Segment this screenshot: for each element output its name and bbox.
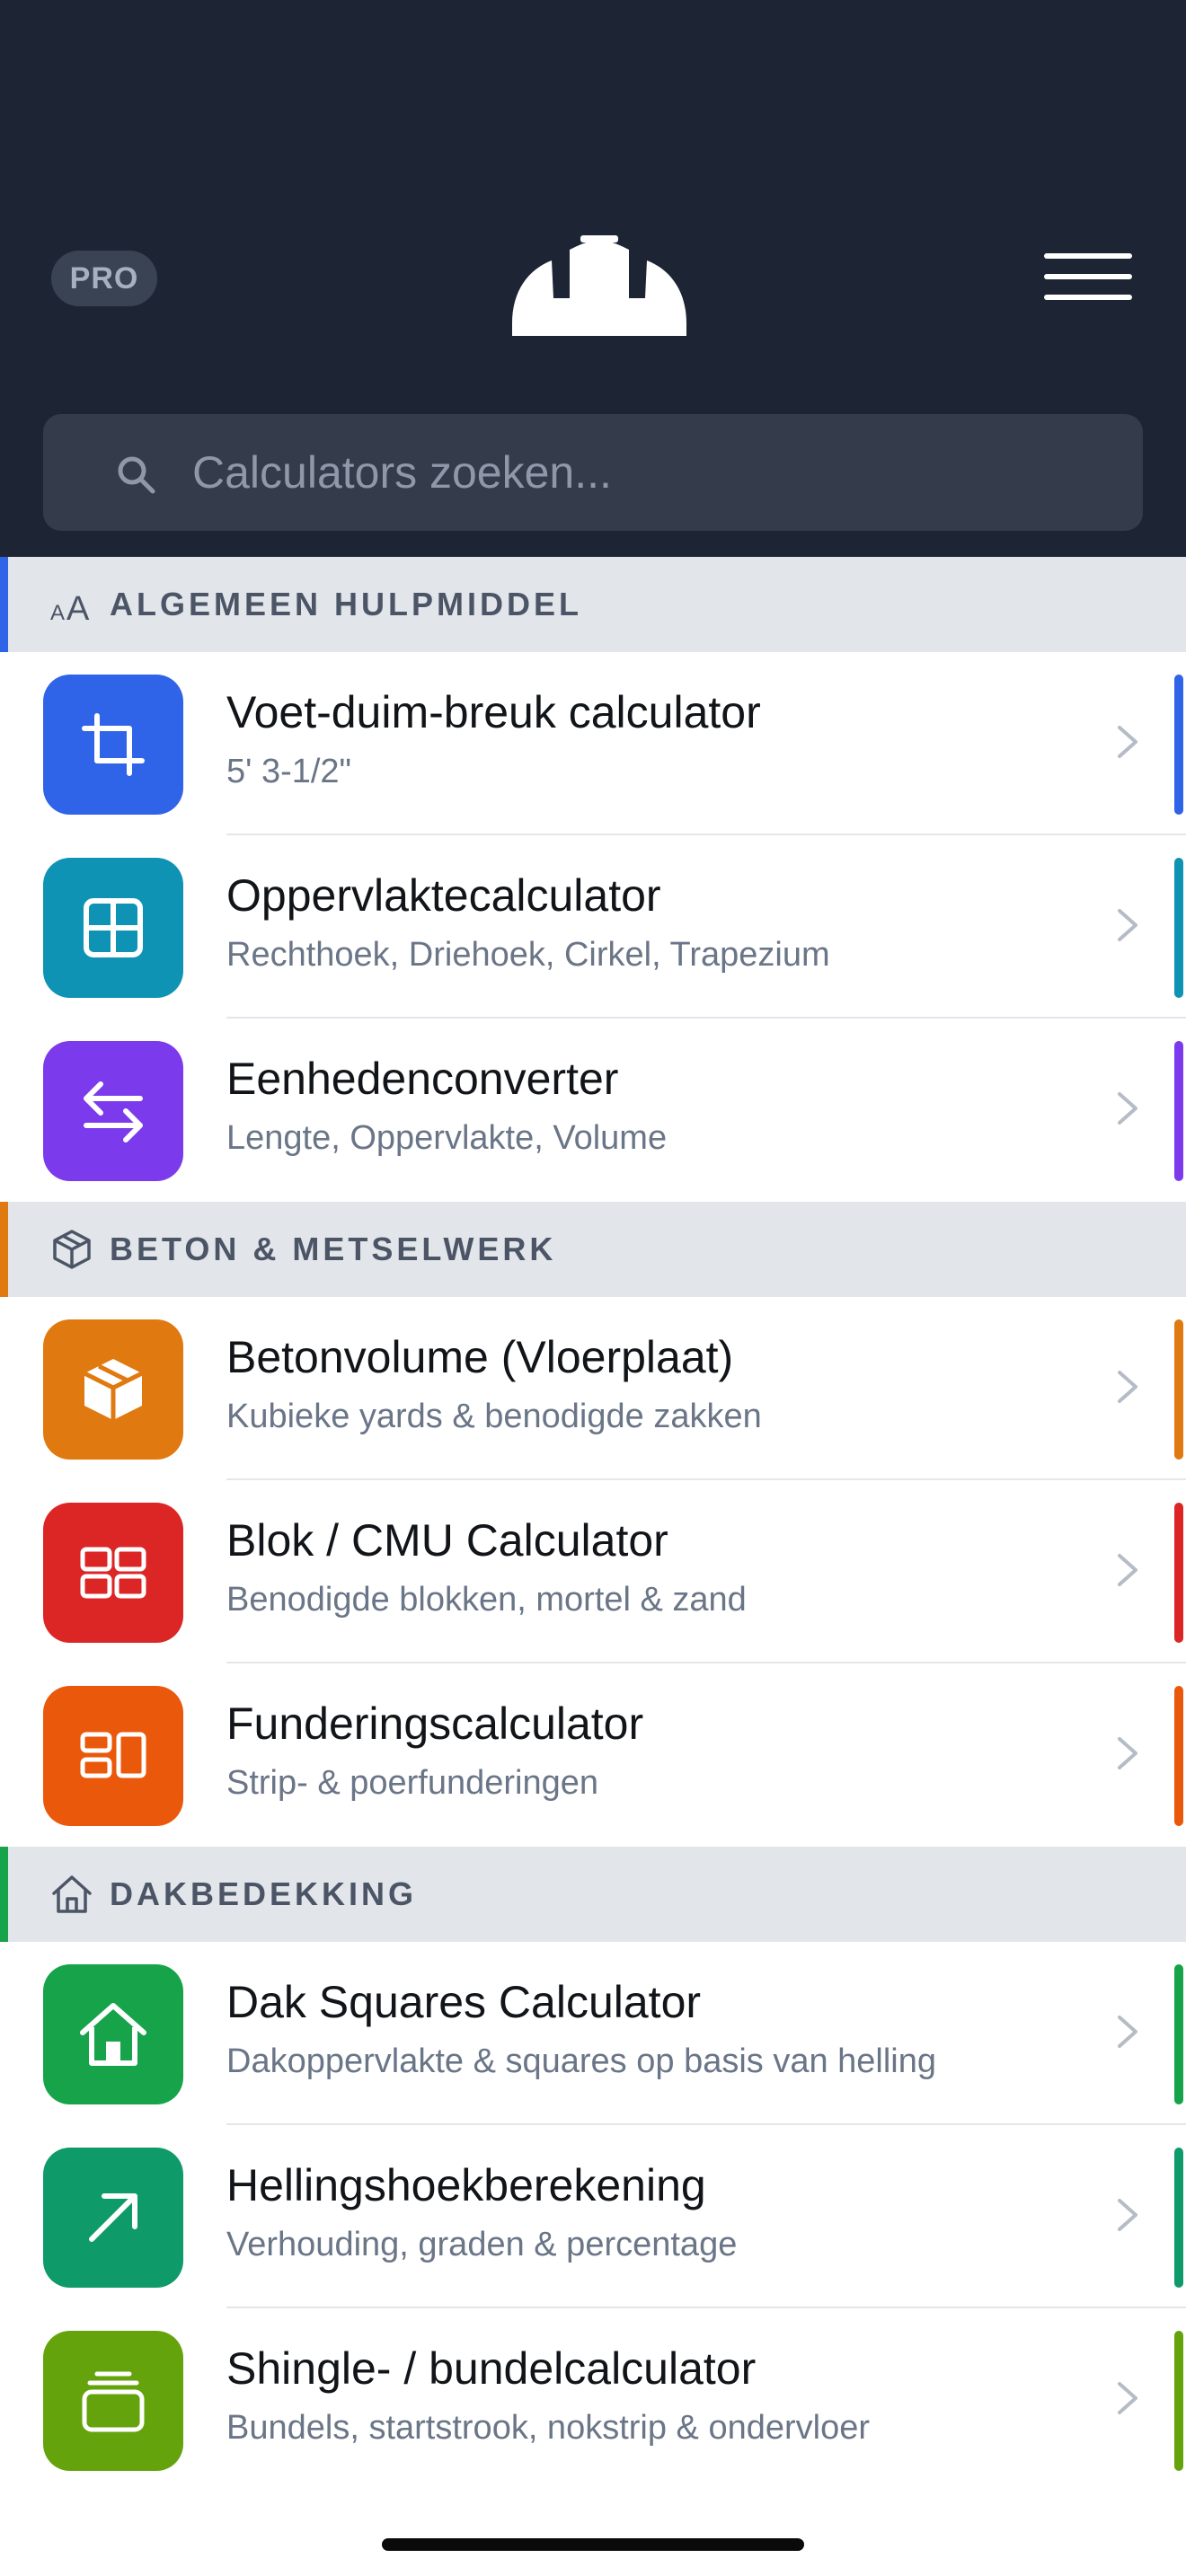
- item-title: Betonvolume (Vloerplaat): [226, 1332, 734, 1382]
- item-subtitle: Kubieke yards & benodigde zakken: [226, 1398, 762, 1435]
- item-subtitle: Verhouding, graden & percentage: [226, 2226, 738, 2263]
- item-title: Blok / CMU Calculator: [226, 1515, 668, 1566]
- house-icon: [43, 1964, 183, 2104]
- item-color-stripe: [1174, 675, 1183, 815]
- list-item-block-calculator[interactable]: Blok / CMU Calculator Benodigde blokken,…: [0, 1480, 1186, 1663]
- list-item-area-calculator[interactable]: Oppervlaktecalculator Rechthoek, Driehoe…: [0, 835, 1186, 1019]
- chevron-right-icon: [1118, 909, 1137, 941]
- svg-text:A: A: [66, 590, 90, 625]
- item-subtitle: Dakoppervlakte & squares op basis van he…: [226, 2042, 937, 2080]
- item-title: Voet-duim-breuk calculator: [226, 687, 761, 737]
- stack-icon: [43, 2331, 183, 2471]
- section-label: ALGEMEEN HULPMIDDEL: [110, 586, 582, 622]
- chevron-right-icon: [1118, 726, 1137, 758]
- box-icon: [53, 1230, 91, 1269]
- item-color-stripe: [1174, 1041, 1183, 1181]
- section-label: BETON & METSELWERK: [110, 1231, 557, 1267]
- item-color-stripe: [1174, 1503, 1183, 1643]
- list-item-unit-converter[interactable]: Eenhedenconverter Lengte, Oppervlakte, V…: [0, 1019, 1186, 1202]
- section-header-roofing: DAKBEDEKKING: [0, 1847, 1186, 1942]
- section-header-general: A A ALGEMEEN HULPMIDDEL: [0, 557, 1186, 652]
- chevron-right-icon: [1118, 2382, 1137, 2414]
- item-title: Shingle- / bundelcalculator: [226, 2343, 757, 2394]
- item-title: Oppervlaktecalculator: [226, 870, 661, 921]
- list-item-roof-squares[interactable]: Dak Squares Calculator Dakoppervlakte & …: [0, 1942, 1186, 2125]
- swap-arrows-icon: [43, 1041, 183, 1181]
- text-size-icon: A A: [50, 590, 90, 625]
- chevron-right-icon: [1118, 2199, 1137, 2231]
- section-header-concrete: BETON & METSELWERK: [0, 1202, 1186, 1297]
- chevron-right-icon: [1118, 1737, 1137, 1769]
- box-icon: [43, 1319, 183, 1460]
- chevron-right-icon: [1118, 2016, 1137, 2048]
- item-subtitle: Strip- & poerfunderingen: [226, 1764, 599, 1802]
- section-accent: [0, 1847, 8, 1942]
- item-subtitle: Lengte, Oppervlakte, Volume: [226, 1119, 668, 1157]
- item-subtitle: Benodigde blokken, mortel & zand: [226, 1581, 747, 1619]
- list-item-feet-inch-calculator[interactable]: Voet-duim-breuk calculator 5' 3-1/2": [0, 652, 1186, 835]
- item-color-stripe: [1174, 1319, 1183, 1460]
- chevron-right-icon: [1118, 1371, 1137, 1403]
- list-item-shingle-calculator[interactable]: Shingle- / bundelcalculator Bundels, sta…: [0, 2308, 1186, 2492]
- item-title: Hellingshoekberekening: [226, 2160, 706, 2210]
- list-item-foundation-calculator[interactable]: Funderingscalculator Strip- & poerfunder…: [0, 1663, 1186, 1847]
- item-title: Eenhedenconverter: [226, 1054, 619, 1104]
- chevron-right-icon: [1118, 1554, 1137, 1586]
- list-item-pitch-calculator[interactable]: Hellingshoekberekening Verhouding, grade…: [0, 2125, 1186, 2308]
- item-subtitle: Rechthoek, Driehoek, Cirkel, Trapezium: [226, 936, 830, 974]
- item-color-stripe: [1174, 1964, 1183, 2104]
- foundation-icon: [43, 1686, 183, 1826]
- hamburger-menu-icon[interactable]: [1040, 251, 1136, 302]
- item-title: Dak Squares Calculator: [226, 1977, 702, 2027]
- home-indicator[interactable]: [382, 2538, 804, 2551]
- house-icon: [52, 1875, 92, 1913]
- item-color-stripe: [1174, 2331, 1183, 2471]
- blocks-icon: [43, 1503, 183, 1643]
- list-item-concrete-volume[interactable]: Betonvolume (Vloerplaat) Kubieke yards &…: [0, 1297, 1186, 1480]
- search-input[interactable]: [192, 414, 1118, 531]
- item-color-stripe: [1174, 858, 1183, 998]
- item-color-stripe: [1174, 2148, 1183, 2288]
- search-bar: [43, 414, 1143, 531]
- section-label: DAKBEDEKKING: [110, 1875, 418, 1912]
- grid-icon: [43, 858, 183, 998]
- svg-text:A: A: [50, 601, 65, 625]
- item-subtitle: Bundels, startstrook, nokstrip & ondervl…: [226, 2409, 871, 2447]
- search-icon: [118, 456, 155, 494]
- section-accent: [0, 557, 8, 652]
- item-color-stripe: [1174, 1686, 1183, 1826]
- item-subtitle: 5' 3-1/2": [226, 753, 352, 790]
- pro-badge[interactable]: PRO: [51, 251, 157, 306]
- item-title: Funderingscalculator: [226, 1698, 644, 1749]
- chevron-right-icon: [1118, 1092, 1137, 1125]
- hard-hat-icon: [512, 235, 686, 336]
- app-header: PRO: [0, 0, 1186, 557]
- arrow-up-right-icon: [43, 2148, 183, 2288]
- section-accent: [0, 1202, 8, 1297]
- crop-icon: [43, 675, 183, 815]
